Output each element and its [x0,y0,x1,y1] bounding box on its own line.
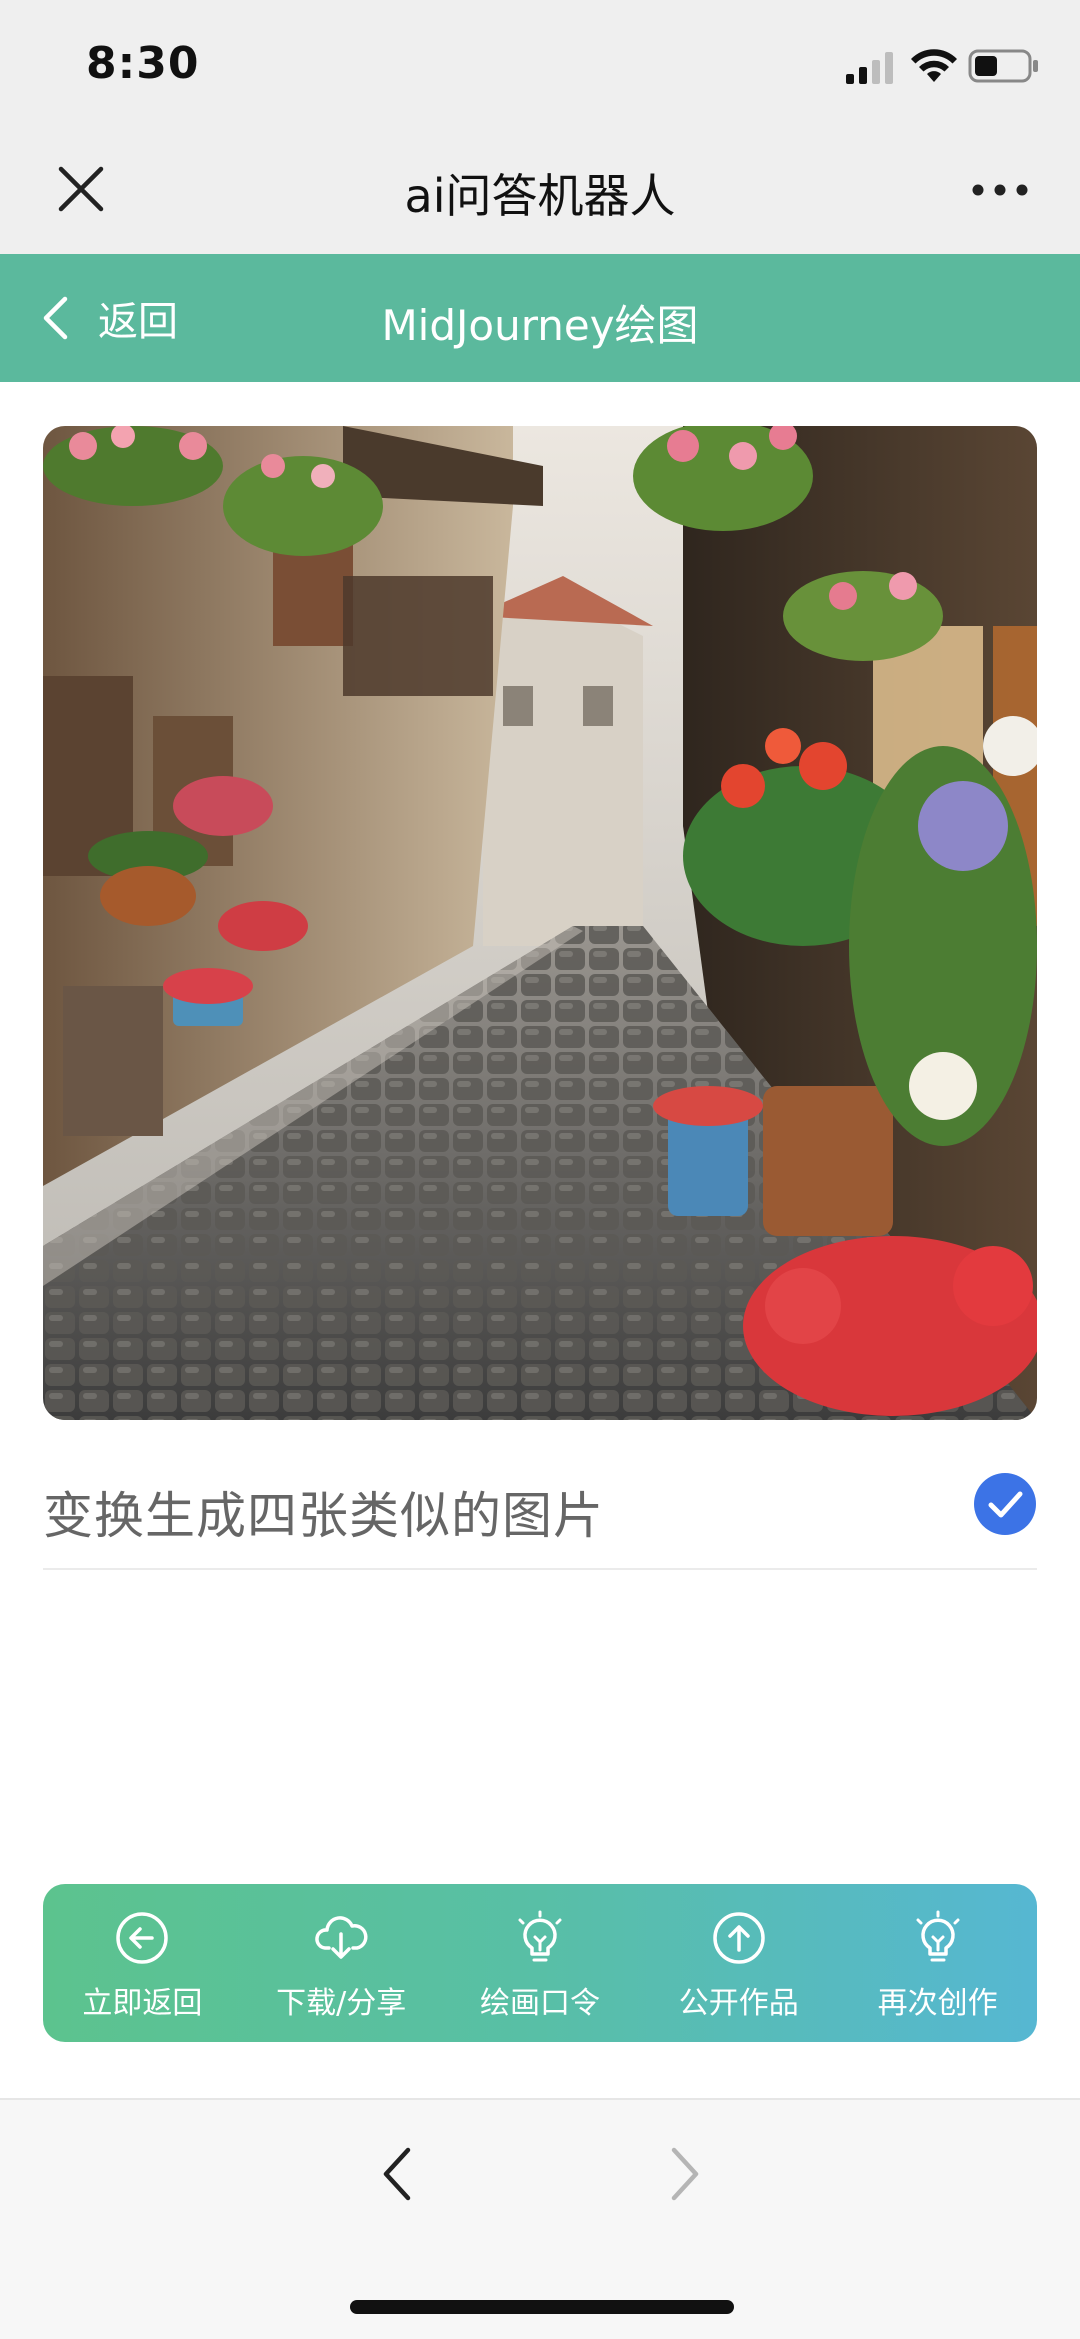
status-bar: 8:30 [0,0,1080,130]
action-label: 再次创作 [877,1986,998,2021]
action-recreate[interactable]: 再次创作 [838,1884,1037,2042]
check-circle-icon[interactable] [973,1472,1037,1536]
signal-icon [846,52,893,84]
option-label: 变换生成四张类似的图片 [43,1487,604,1545]
more-icon[interactable] [970,180,1030,200]
action-label: 公开作品 [678,1986,799,2021]
wifi-icon [911,49,957,82]
action-publish[interactable]: 公开作品 [639,1884,838,2042]
action-return[interactable]: 立即返回 [43,1884,242,2042]
action-label: 下载/分享 [276,1986,407,2021]
nav-header: 返回 MidJourney绘图 [0,254,1080,382]
action-prompt[interactable]: 绘画口令 [441,1884,640,2042]
home-indicator [350,2300,734,2314]
option-row[interactable]: 变换生成四张类似的图片 [43,1440,1037,1570]
back-circle-icon [116,1912,169,1964]
cloud-download-icon [315,1916,368,1959]
battery-icon [968,49,1038,83]
page-title: MidJourney绘图 [381,301,699,350]
lightbulb-icon [916,1910,960,1962]
screen: 8:30 ai问答机器人 返回 MidJourney绘图 变换生成四张类似的图片… [0,0,1080,2339]
action-label: 绘画口令 [479,1986,600,2021]
app-title: ai问答机器人 [404,169,676,223]
upload-circle-icon [713,1912,765,1964]
app-bar: ai问答机器人 [0,130,1080,254]
chevron-left-icon[interactable] [376,2144,416,2204]
action-toolbar: 立即返回 下载/分享 绘画口令 公开作品 再次创作 [43,1884,1037,2042]
lightbulb-icon [518,1910,562,1962]
status-time: 8:30 [86,38,200,89]
action-label: 立即返回 [82,1986,203,2021]
generated-image[interactable] [43,426,1037,1420]
chevron-right-icon[interactable] [666,2144,706,2204]
action-download-share[interactable]: 下载/分享 [242,1884,441,2042]
